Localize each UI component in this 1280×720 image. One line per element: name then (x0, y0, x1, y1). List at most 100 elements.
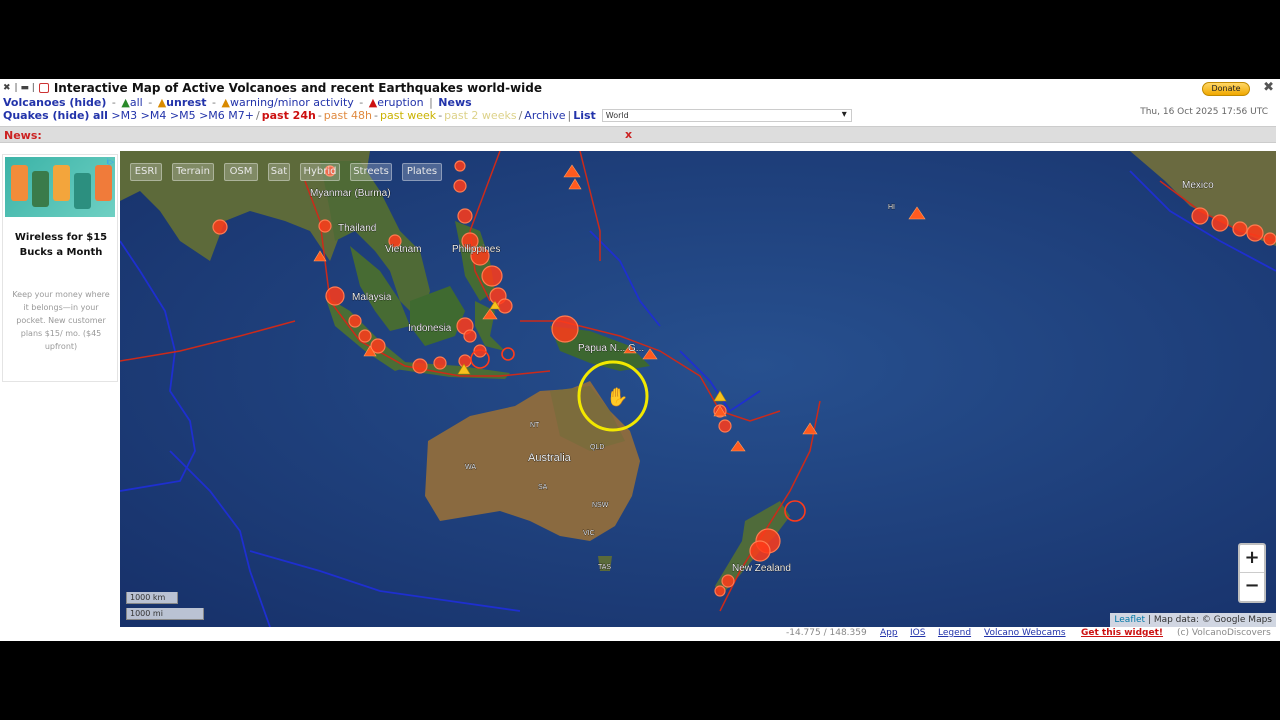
map-label-qld: QLD (590, 444, 604, 451)
quake-marker[interactable] (714, 585, 726, 597)
volcanoes-hide-link[interactable]: Volcanoes (hide) (3, 96, 106, 109)
quake-marker[interactable] (1246, 224, 1264, 242)
quakes-m3-link[interactable]: >M3 (111, 109, 137, 122)
ios-link[interactable]: IOS (910, 628, 925, 638)
ad-headline[interactable]: Wireless for $15 Bucks a Month (7, 230, 115, 260)
map-label-myanmar: Myanmar (Burma) (310, 188, 391, 199)
volcano-eruption-link[interactable]: eruption (377, 96, 423, 109)
news-close-button[interactable]: x (625, 128, 632, 141)
quake-marker[interactable] (358, 329, 372, 343)
quake-marker[interactable] (433, 356, 447, 370)
map-label-sa: SA (538, 484, 548, 491)
current-date: Thu, 16 Oct 2025 17:56 UTC (1140, 107, 1268, 117)
pin-icon[interactable]: ✖ (3, 83, 11, 93)
map-label-tas: TAS (598, 564, 611, 571)
quake-marker[interactable] (718, 419, 732, 433)
quake-marker[interactable] (457, 208, 473, 224)
zoom-out-button[interactable]: − (1240, 573, 1264, 601)
quake-marker[interactable] (454, 160, 466, 172)
layer-sat-button[interactable]: Sat (268, 163, 290, 181)
region-select[interactable]: World (601, 109, 852, 122)
quake-marker[interactable] (749, 540, 771, 562)
list-link[interactable]: List (573, 109, 596, 122)
quake-marker[interactable] (348, 314, 362, 328)
quake-marker[interactable] (1191, 207, 1209, 225)
map-view[interactable]: ✋ Myanmar (Burma) Thailand Vietnam Phili… (120, 151, 1276, 627)
volcano-all-link[interactable]: all (130, 96, 143, 109)
layer-terrain-button[interactable]: Terrain (172, 163, 214, 181)
news-link[interactable]: News (438, 96, 471, 109)
quake-marker[interactable] (551, 315, 579, 343)
scale-bar-km: 1000 km (126, 592, 178, 604)
quakes-m5-link[interactable]: >M5 (170, 109, 196, 122)
volcano-unrest-link[interactable]: unrest (166, 96, 206, 109)
volcano-all-icon: ▲ (121, 96, 130, 109)
header: ✖ | ▬ | Interactive Map of Active Volcan… (0, 79, 1280, 126)
layer-esri-button[interactable]: ESRI (130, 163, 162, 181)
volcano-unrest-icon: ▲ (157, 96, 167, 109)
legend-link[interactable]: Legend (938, 628, 971, 638)
map-attribution: Leaflet | Map data: © Google Maps (1110, 613, 1276, 627)
page-title: Interactive Map of Active Volcanoes and … (53, 81, 542, 95)
map-label-papua: Papua N... G... (578, 343, 644, 354)
quake-marker[interactable] (1263, 232, 1276, 246)
webcams-link[interactable]: Volcano Webcams (984, 628, 1066, 638)
quake-marker[interactable] (481, 265, 503, 287)
ad-phone-graphic (32, 171, 49, 207)
app-link[interactable]: App (880, 628, 898, 638)
map-label-nt: NT (530, 422, 540, 429)
browser-page: ✖ | ▬ | Interactive Map of Active Volcan… (0, 79, 1280, 641)
quake-marker[interactable] (497, 298, 513, 314)
zoom-in-button[interactable]: + (1240, 545, 1264, 573)
quakes-m6-link[interactable]: >M6 (199, 109, 225, 122)
quakes-m7-link[interactable]: M7+ (228, 109, 254, 122)
quake-marker[interactable] (325, 286, 345, 306)
quakes-all-link[interactable]: all (93, 109, 108, 122)
map-label-nsw: NSW (592, 502, 609, 509)
map-label-hi: HI (888, 204, 895, 211)
ad-body: Keep your money where it belongs—in your… (12, 290, 110, 351)
quake-marker[interactable] (721, 574, 735, 588)
menu-icon[interactable]: | ▬ | (15, 83, 35, 93)
layer-plates-button[interactable]: Plates (402, 163, 442, 181)
quakes-week-link[interactable]: past week (380, 109, 436, 122)
quake-marker[interactable] (1211, 214, 1229, 232)
layer-streets-button[interactable]: Streets (350, 163, 392, 181)
attribution-text: | Map data: © Google Maps (1147, 615, 1272, 625)
map-label-thailand: Thailand (338, 223, 376, 234)
map-label-vietnam: Vietnam (385, 244, 422, 255)
map-label-mexico: Mexico (1182, 180, 1214, 191)
ad-image[interactable]: i▷ (5, 157, 115, 217)
donate-button[interactable]: Donate (1202, 82, 1250, 96)
quake-marker[interactable] (212, 219, 228, 235)
zoom-control: + − (1238, 543, 1266, 603)
quake-marker[interactable] (453, 179, 467, 193)
layer-osm-button[interactable]: OSM (224, 163, 258, 181)
quakes-m4-link[interactable]: >M4 (141, 109, 167, 122)
news-label: News: (4, 129, 42, 142)
archive-link[interactable]: Archive (524, 109, 565, 122)
quake-marker[interactable] (318, 219, 332, 233)
quakes-24h-link[interactable]: past 24h (262, 109, 316, 122)
quakes-2weeks-link[interactable]: past 2 weeks (444, 109, 516, 122)
map-canvas[interactable]: ✋ Myanmar (Burma) Thailand Vietnam Phili… (120, 151, 1276, 627)
ad-info-icon[interactable]: i▷ (107, 158, 114, 166)
get-widget-link[interactable]: Get this widget! (1081, 628, 1163, 638)
quakes-hide-link[interactable]: Quakes (hide) (3, 109, 89, 122)
layer-hybrid-button[interactable]: Hybrid (300, 163, 340, 181)
close-icon[interactable]: ✖ (1263, 80, 1274, 95)
footer: -14.775 / 148.359 App IOS Legend Volcano… (0, 628, 1276, 640)
volcano-eruption-icon: ▲ (368, 96, 378, 109)
map-label-indonesia: Indonesia (408, 323, 452, 334)
quakes-48h-link[interactable]: past 48h (324, 109, 372, 122)
ad-phone-graphic (95, 165, 112, 201)
quake-marker[interactable] (463, 329, 477, 343)
advertisement[interactable]: i▷ Wireless for $15 Bucks a Month Keep y… (2, 154, 118, 382)
quake-filter-row: Quakes (hide) all >M3 >M4 >M5 >M6 M7+ / … (3, 109, 852, 122)
quake-marker[interactable] (1232, 221, 1248, 237)
leaflet-link[interactable]: Leaflet (1114, 615, 1145, 625)
volcano-warning-link[interactable]: warning/minor activity (230, 96, 354, 109)
quake-marker[interactable] (412, 358, 428, 374)
copyright: (c) VolcanoDiscovers (1177, 628, 1271, 638)
map-label-wa: WA (465, 464, 476, 471)
